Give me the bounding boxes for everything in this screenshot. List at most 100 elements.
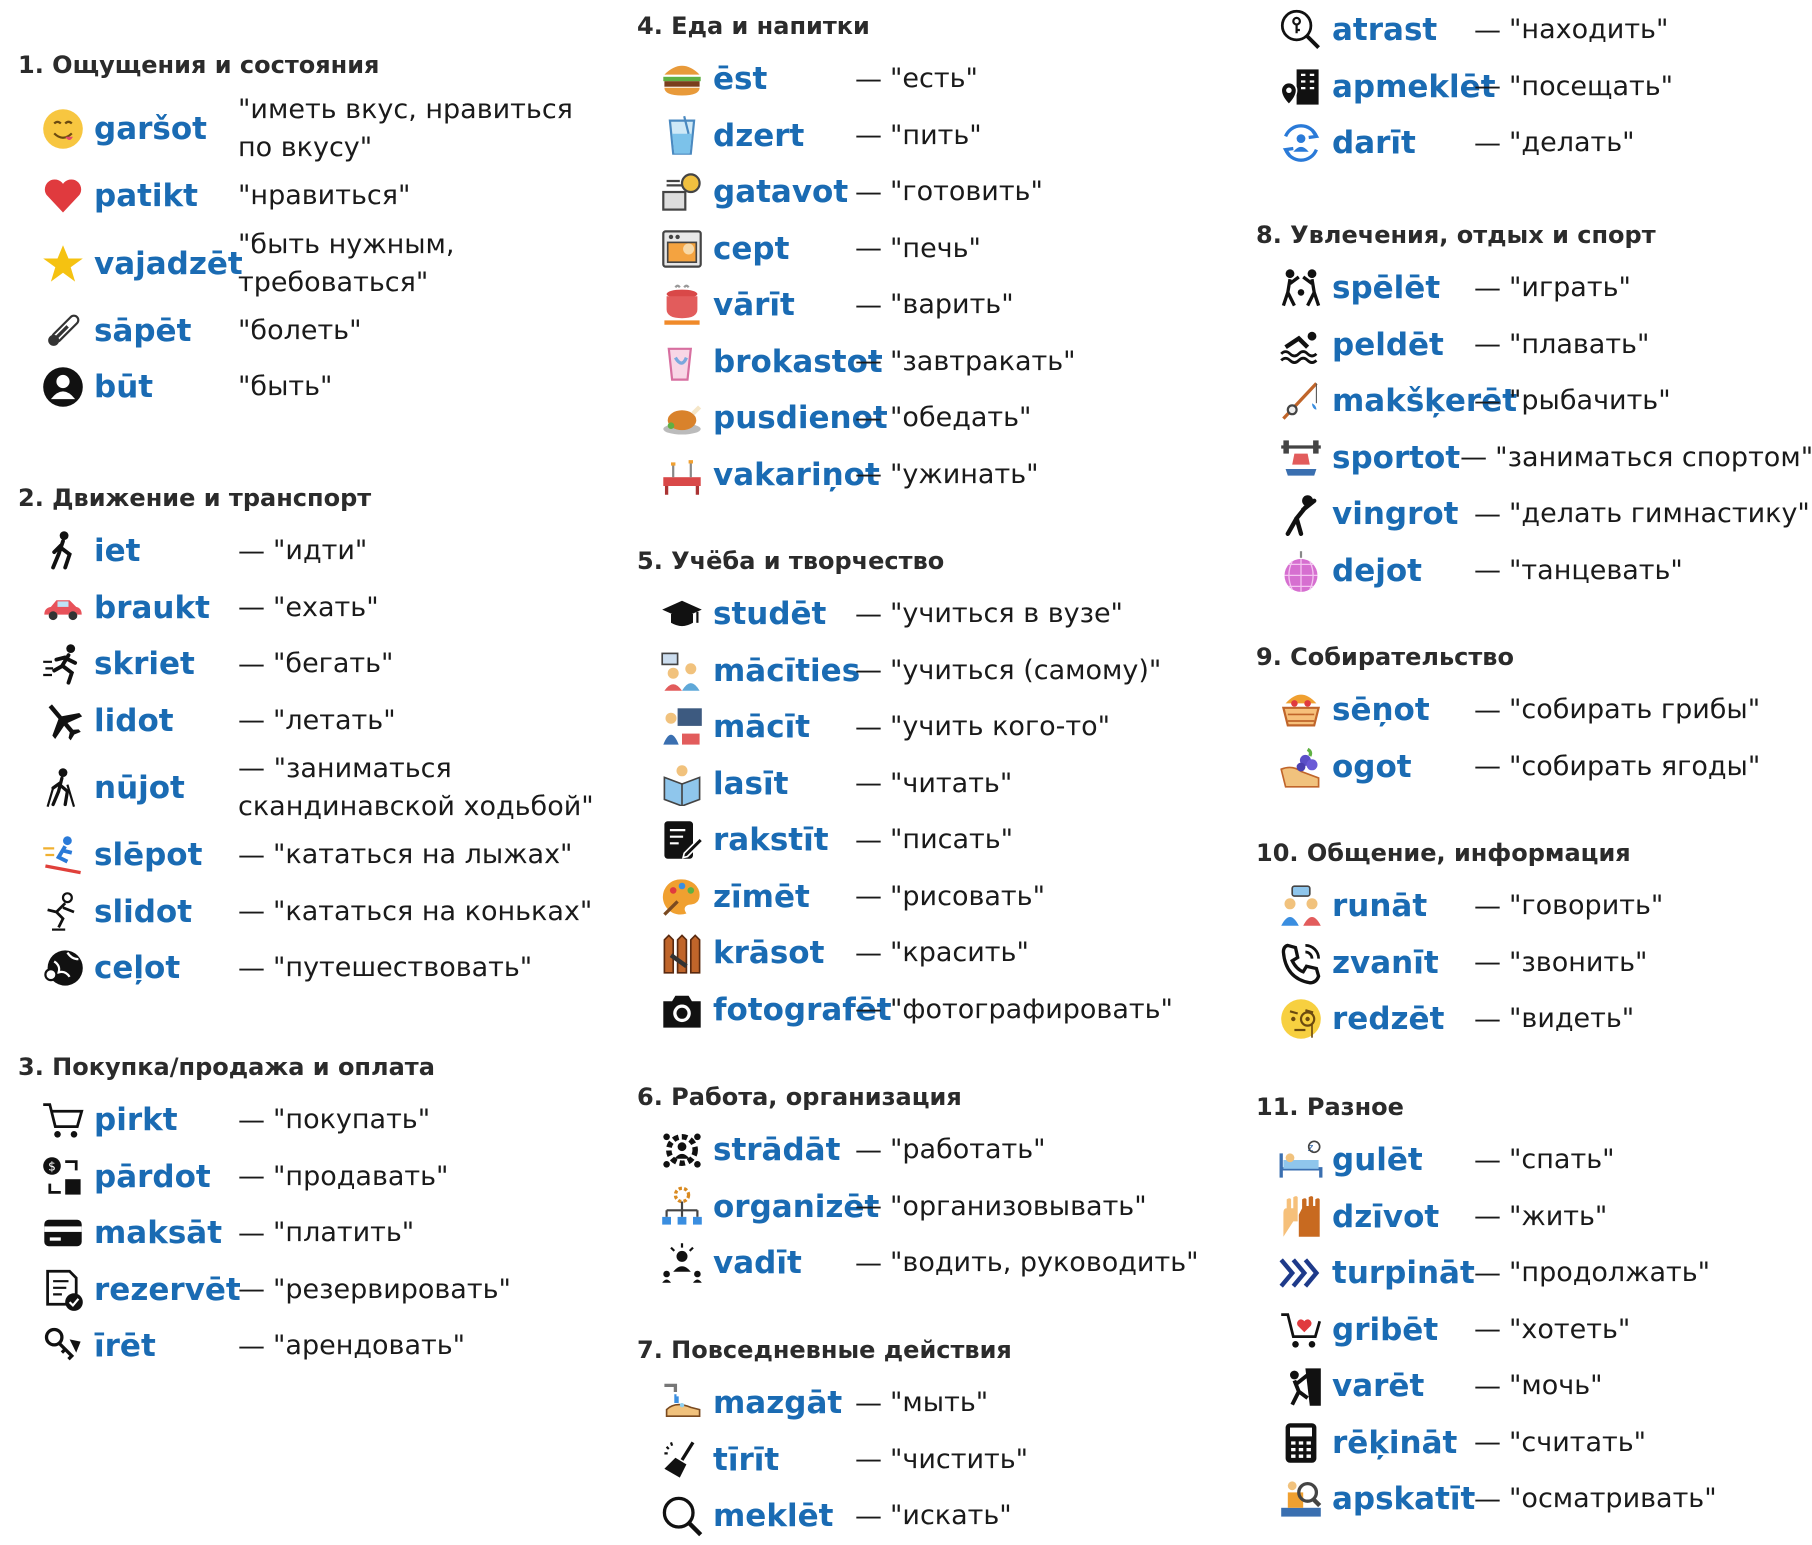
dash: — [1474,751,1501,783]
translation: "иметь вкус, нравиться по вкусу" [238,94,573,163]
verb: ceļot [94,950,181,987]
translation: "быть нужным, требоваться" [238,228,455,298]
verb: dzert [713,117,805,154]
dash: — [855,1134,882,1166]
dash: — [1460,442,1488,474]
translation: "играть" [1509,272,1631,304]
list-item: organizēt — "организовывать" [637,1179,1237,1236]
verb: atrast [1332,12,1438,49]
verb: slēpot [94,837,203,874]
translation: "искать" [890,1500,1012,1532]
dash: — [238,839,265,871]
list-item: mācīties — "учиться (самому)" [637,643,1237,700]
dash: — [238,592,265,624]
section-misc: 11. Разное z gulēt — "спать" dzīvot — "жить" … [1256,1090,1812,1528]
calculator-icon [1278,1420,1324,1466]
list-item: mācīt — "учить кого-то" [637,699,1237,756]
translation: "идти" [273,535,368,567]
dash: — [238,705,265,737]
verb: apskatīt [1332,1481,1476,1518]
sell-exchange-icon: $ [40,1154,86,1200]
verb: gatavot [713,174,849,211]
section-title: 6. Работа, организация [637,1083,962,1111]
verb: varēt [1332,1368,1425,1405]
climber-icon [1278,1363,1324,1409]
translation: "летать" [273,704,396,736]
breakfast-cup-icon [659,339,705,385]
palette-icon [659,874,705,920]
verb: mācīties [713,652,861,689]
verb: nūjot [94,770,185,806]
translation: "мыть" [890,1387,989,1419]
list-item: ceļot — "путешествовать" [18,940,618,997]
verb: vakariņot [713,456,880,493]
translation: "чистить" [890,1443,1029,1475]
dash: — [855,1500,882,1532]
verb: cept [713,230,790,267]
verb: meklēt [713,1498,834,1535]
translation: "осматривать" [1509,1483,1717,1515]
section-gathering: 9. Собирательство sēņot — "собирать грибы"… [1256,640,1812,795]
list-item: turpināt — "продолжать" [1256,1245,1812,1302]
rent-key-icon [40,1323,86,1369]
verb: garšot [94,111,207,147]
verb: ēst [713,61,768,98]
list-item: rēķināt — "считать" [1256,1415,1812,1472]
verb: gribēt [1332,1311,1439,1348]
translation: "болеть" [238,314,362,346]
translation: "танцевать" [1509,554,1683,586]
verb: slidot [94,893,193,930]
verb: sāpēt [94,312,192,349]
list-item: vingrot — "делать гимнастику" [1256,486,1812,543]
verb: brokastot [713,343,883,380]
dash: — [238,648,265,680]
skiing-icon [40,832,86,878]
dash: — [1474,272,1501,304]
dash: — [1474,1144,1501,1176]
list-item: peldēt — "плавать" [1256,317,1812,374]
dash: — [855,233,882,265]
translation: "кататься на лыжах" [273,839,573,871]
section-movement: 2. Движение и транспорт iet — "идти" brauk… [18,481,618,997]
star-icon [40,241,86,287]
phone-icon [1278,940,1324,986]
translation: "жить" [1509,1200,1608,1232]
paint-fence-icon [659,930,705,976]
shopping-cart-icon [40,1097,86,1143]
verb: zvanīt [1332,944,1439,981]
list-item: zīmēt — "рисовать" [637,869,1237,926]
section-title: 1. Ощущения и состояния [18,51,380,79]
heart-cart-icon [1278,1307,1324,1353]
pot-icon [659,282,705,328]
translation: "писать" [890,824,1014,856]
dash: — [855,120,882,152]
verb: rezervēt [94,1271,241,1308]
translation: "учить кого-то" [890,711,1111,743]
dash: — [1474,127,1501,159]
translation: "находить" [1509,14,1669,46]
verb: rakstīt [713,822,829,859]
dash: — [1474,947,1501,979]
dash: — [855,1191,882,1223]
section-communication: 10. Общение, информация runāt — "говорить"… [1256,836,1812,1048]
verb: organizēt [713,1188,880,1225]
verb: patikt [94,178,198,215]
section-shopping: 3. Покупка/продажа и оплата pirkt — "покуп… [18,1050,618,1375]
dash: — [238,896,265,928]
magnifier-icon [659,1493,705,1539]
fishing-icon [1278,378,1324,424]
translation: "считать" [1509,1426,1647,1458]
verb: skriet [94,646,195,683]
dash: — [1474,1483,1501,1515]
list-item: nūjot — "заниматься скандинавской ходьбой… [18,749,618,827]
list-item: tīrīt — "чистить" [637,1432,1237,1489]
dash: — [1474,1427,1501,1459]
credit-card-icon [40,1210,86,1256]
translation: "делать" [1509,127,1635,159]
walking-person-icon [40,528,86,574]
dash: — [1474,1257,1501,1289]
list-item: makšķerēt — "рыбачить" [1256,373,1812,430]
dash: — [855,711,882,743]
mushroom-basket-icon [1278,687,1324,733]
translation: "продолжать" [1509,1257,1711,1289]
